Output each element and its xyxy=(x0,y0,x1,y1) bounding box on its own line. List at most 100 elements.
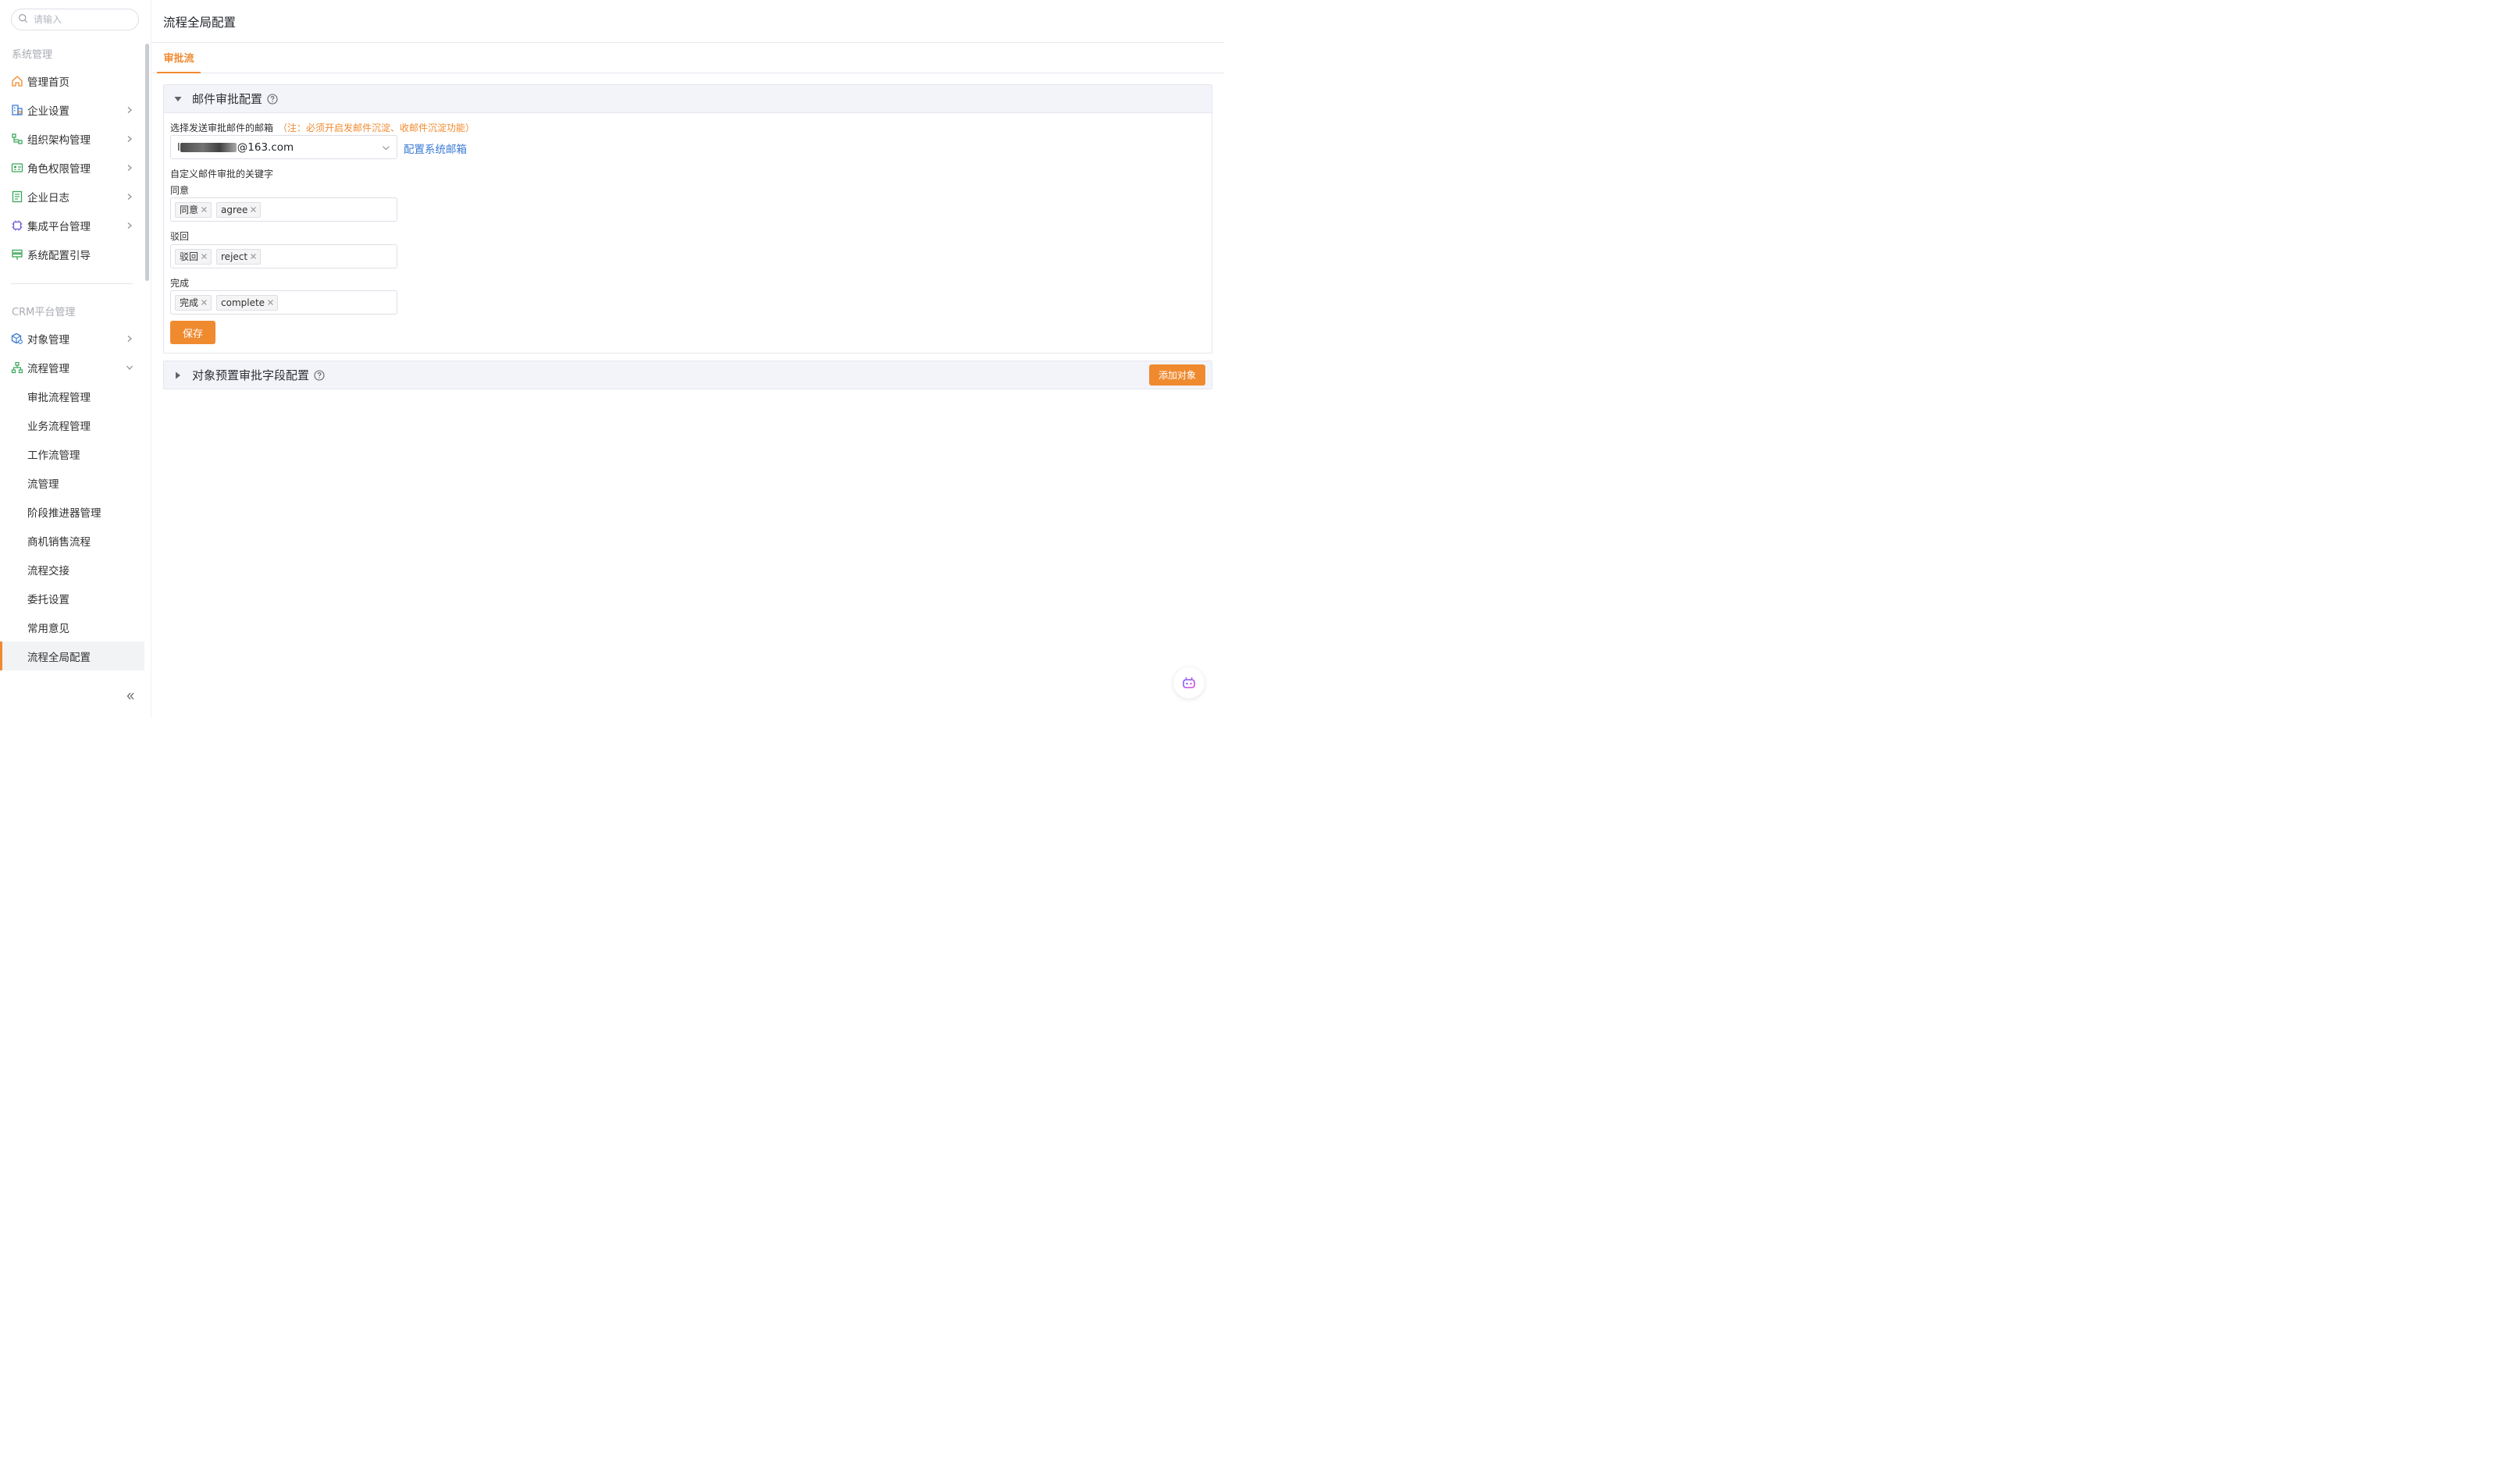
sidebar-item-config-guide[interactable]: 系统配置引导 xyxy=(0,240,144,268)
sidebar-subitem-process-handover[interactable]: 流程交接 xyxy=(0,555,144,584)
object-panel-title: 对象预置审批字段配置 xyxy=(192,368,310,382)
section-title-crm: CRM平台管理 xyxy=(12,307,76,318)
sidebar-item-integration-platform[interactable]: 集成平台管理 xyxy=(0,211,144,240)
sidebar-item-process-management[interactable]: 流程管理 xyxy=(0,353,144,382)
chevron-right-icon xyxy=(127,335,132,342)
chevron-right-icon xyxy=(127,222,132,229)
close-icon[interactable] xyxy=(201,299,208,306)
sidebar-subitem-common-opinions[interactable]: 常用意见 xyxy=(0,613,144,642)
reject-keywords-input[interactable]: 驳回 reject xyxy=(170,244,397,268)
tag-label: reject xyxy=(221,251,248,262)
tag-label: 同意 xyxy=(180,204,199,215)
section-title-system: 系统管理 xyxy=(12,49,53,61)
sidebar-subitem-global-config[interactable]: 流程全局配置 xyxy=(0,642,144,670)
mailbox-domain: @163.com xyxy=(237,140,294,154)
sidebar-item-label: 流程管理 xyxy=(27,362,69,375)
add-object-button[interactable]: 添加对象 xyxy=(1149,364,1205,386)
object-panel-header[interactable]: 对象预置审批字段配置 添加对象 xyxy=(164,361,1212,389)
help-icon[interactable] xyxy=(267,93,278,105)
sidebar-item-role-permissions[interactable]: 角色权限管理 xyxy=(0,153,144,182)
tag-label: complete xyxy=(221,297,265,308)
search-input[interactable] xyxy=(34,14,127,25)
id-card-icon xyxy=(11,162,23,174)
email-panel-header[interactable]: 邮件审批配置 xyxy=(164,85,1212,112)
save-button[interactable]: 保存 xyxy=(170,321,215,344)
complete-keywords-input[interactable]: 完成 complete xyxy=(170,290,397,315)
mailbox-label-text: 选择发送审批邮件的邮箱 xyxy=(170,123,274,133)
complete-label: 完成 xyxy=(170,278,190,289)
tag-label: 驳回 xyxy=(180,251,199,262)
sidebar-divider xyxy=(11,283,133,284)
object-preset-panel: 对象预置审批字段配置 添加对象 xyxy=(163,361,1212,389)
org-tree-icon xyxy=(11,133,23,145)
email-panel-title: 邮件审批配置 xyxy=(192,92,263,106)
sidebar-subitem-stage-advancer[interactable]: 阶段推进器管理 xyxy=(0,497,144,526)
sidebar-item-label: 系统配置引导 xyxy=(27,249,91,262)
sidebar-item-enterprise-log[interactable]: 企业日志 xyxy=(0,182,144,211)
signpost-icon xyxy=(11,248,23,261)
chevron-right-icon xyxy=(127,106,132,113)
close-icon[interactable] xyxy=(201,253,208,260)
sidebar-item-object-management[interactable]: 对象管理 xyxy=(0,324,144,353)
sidebar-item-label: 企业设置 xyxy=(27,105,69,118)
home-icon xyxy=(11,75,23,87)
close-icon[interactable] xyxy=(250,253,257,260)
keyword-tag: 完成 xyxy=(175,294,212,311)
keyword-tag: 驳回 xyxy=(175,248,212,265)
sidebar-item-label: 角色权限管理 xyxy=(27,162,91,176)
sidebar-subitem-approval-process[interactable]: 审批流程管理 xyxy=(0,382,144,411)
keywords-label: 自定义邮件审批的关键字 xyxy=(170,169,274,179)
agree-label: 同意 xyxy=(170,185,190,196)
chevron-right-icon xyxy=(127,164,132,171)
keyword-tag: agree xyxy=(216,201,262,218)
sidebar-subitem-business-process[interactable]: 业务流程管理 xyxy=(0,411,144,439)
close-icon[interactable] xyxy=(201,206,208,213)
sidebar: 系统管理 管理首页 企业设置 组织架构管理 角色权限管理 xyxy=(0,0,151,717)
email-approval-panel: 邮件审批配置 选择发送审批邮件的邮箱 （注：必须开启发邮件沉淀、收邮件沉淀功能） … xyxy=(163,84,1212,354)
sidebar-subitem-workflow[interactable]: 工作流管理 xyxy=(0,439,144,468)
sidebar-item-label: 对象管理 xyxy=(27,333,69,347)
mailbox-select[interactable]: l @163.com xyxy=(170,135,397,159)
sidebar-item-org-structure[interactable]: 组织架构管理 xyxy=(0,124,144,153)
page-header: 流程全局配置 xyxy=(152,0,1224,43)
close-icon[interactable] xyxy=(250,206,257,213)
main-content: 流程全局配置 审批流 邮件审批配置 选择发送审批邮件的邮箱 （注：必须开启发邮件沉… xyxy=(152,0,1224,717)
mailbox-label: 选择发送审批邮件的邮箱 （注：必须开启发邮件沉淀、收邮件沉淀功能） xyxy=(170,121,475,134)
chevron-right-icon xyxy=(127,135,132,142)
tab-bar: 审批流 xyxy=(152,43,1224,73)
sidebar-item-label: 企业日志 xyxy=(27,191,69,204)
config-system-mailbox-link[interactable]: 配置系统邮箱 xyxy=(404,140,467,156)
search-icon xyxy=(18,13,28,27)
sidebar-item-label: 管理首页 xyxy=(27,76,69,89)
sidebar-subitem-flow[interactable]: 流管理 xyxy=(0,468,144,497)
tag-label: 完成 xyxy=(180,297,199,308)
sidebar-item-label: 组织架构管理 xyxy=(27,133,91,147)
caret-down-icon[interactable] xyxy=(173,94,183,104)
caret-right-icon[interactable] xyxy=(173,371,183,380)
chevron-right-icon xyxy=(127,193,132,200)
building-icon xyxy=(11,104,23,116)
assistant-bot-button[interactable] xyxy=(1173,667,1205,698)
keyword-tag: complete xyxy=(216,294,279,311)
keyword-tag: 同意 xyxy=(175,201,212,218)
page-title: 流程全局配置 xyxy=(163,16,237,30)
cube-gear-icon xyxy=(11,332,23,345)
close-icon[interactable] xyxy=(267,299,274,306)
tab-approval-flow[interactable]: 审批流 xyxy=(157,43,201,73)
agree-keywords-input[interactable]: 同意 agree xyxy=(170,197,397,222)
sidebar-item-enterprise-settings[interactable]: 企业设置 xyxy=(0,95,144,124)
collapse-sidebar-icon[interactable] xyxy=(125,691,136,702)
mailbox-note: （注：必须开启发邮件沉淀、收邮件沉淀功能） xyxy=(278,123,475,133)
flow-icon xyxy=(11,361,23,374)
sidebar-subitem-opportunity-sales[interactable]: 商机销售流程 xyxy=(0,526,144,555)
sidebar-item-label: 集成平台管理 xyxy=(27,220,91,233)
chip-icon xyxy=(11,219,23,232)
email-panel-body: 选择发送审批邮件的邮箱 （注：必须开启发邮件沉淀、收邮件沉淀功能） l @163.c… xyxy=(164,112,1212,353)
help-icon[interactable] xyxy=(314,369,325,381)
sidebar-scrollbar[interactable] xyxy=(145,44,149,281)
search-box[interactable] xyxy=(11,9,139,30)
sidebar-subitem-delegation[interactable]: 委托设置 xyxy=(0,584,144,613)
sidebar-item-home[interactable]: 管理首页 xyxy=(0,66,144,95)
log-icon xyxy=(11,190,23,203)
mailbox-select-value: l @163.com xyxy=(177,141,294,154)
